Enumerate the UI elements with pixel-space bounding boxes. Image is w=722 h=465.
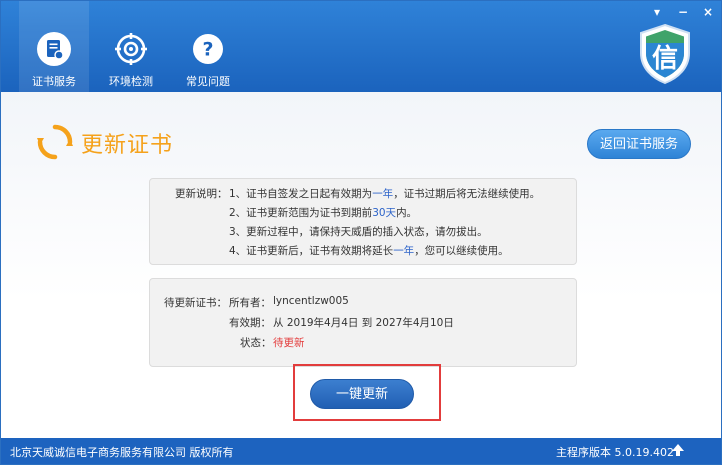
app-window: 证书服务 环境检测 ? 常见问题 ▾ − × 信 更新证书 返回证书服务 更新说… [0, 0, 722, 465]
svg-text:信: 信 [652, 44, 678, 74]
status-label: 状态： [240, 337, 272, 349]
instruction-item: 1、证书自签发之日起有效期为一年，证书过期后将无法继续使用。 [229, 188, 541, 200]
pending-certificate-panel: 待更新证书： 所有者： lyncentlzw005 有效期： 从 2019年4月… [149, 278, 577, 367]
update-instructions-panel: 更新说明： 1、证书自签发之日起有效期为一年，证书过期后将无法继续使用。 2、证… [149, 178, 577, 265]
nav-item-certificate-service[interactable]: 证书服务 [19, 1, 89, 92]
validity-label: 有效期： [229, 317, 271, 329]
nav-item-environment-check[interactable]: 环境检测 [96, 1, 166, 92]
environment-check-icon [115, 33, 147, 65]
instruction-item: 3、更新过程中，请保持天威盾的插入状态，请勿拔出。 [229, 226, 488, 238]
back-to-certificate-service-button[interactable]: 返回证书服务 [587, 129, 691, 159]
instruction-item: 4、证书更新后，证书有效期将延长一年，您可以继续使用。 [229, 245, 509, 257]
pending-certificate-label: 待更新证书： [164, 297, 227, 309]
svg-text:?: ? [202, 39, 213, 61]
version-text: 主程序版本 5.0.19.402 [556, 446, 674, 459]
owner-label: 所有者： [229, 297, 271, 309]
instruction-item: 2、证书更新范围为证书到期前30天内。 [229, 207, 418, 219]
nav-item-faq[interactable]: ? 常见问题 [173, 1, 243, 92]
status-value: 待更新 [273, 337, 305, 349]
validity-value: 从 2019年4月4日 到 2027年4月10日 [273, 317, 454, 329]
nav-label-environment-check: 环境检测 [109, 75, 153, 88]
upgrade-arrow-icon[interactable] [671, 443, 685, 457]
refresh-icon [37, 124, 73, 160]
page-title: 更新证书 [81, 133, 174, 158]
nav-label-faq: 常见问题 [186, 75, 230, 88]
certificate-service-icon [37, 32, 71, 66]
one-click-update-button[interactable]: 一键更新 [310, 379, 414, 409]
close-icon[interactable]: × [698, 3, 718, 21]
footer-bar: 北京天威诚信电子商务服务有限公司 版权所有 主程序版本 5.0.19.402 [1, 438, 721, 464]
menu-dropdown-icon[interactable]: ▾ [647, 3, 667, 21]
owner-value: lyncentlzw005 [273, 295, 349, 307]
copyright-text: 北京天威诚信电子商务服务有限公司 版权所有 [10, 446, 234, 459]
help-question-icon: ? [193, 34, 223, 64]
shield-xin-logo-icon: 信 [640, 23, 690, 85]
instructions-label: 更新说明： [175, 188, 228, 200]
minimize-icon[interactable]: − [673, 3, 693, 21]
nav-label-certificate-service: 证书服务 [32, 75, 76, 88]
header-bar: 证书服务 环境检测 ? 常见问题 ▾ − × 信 [1, 1, 721, 92]
